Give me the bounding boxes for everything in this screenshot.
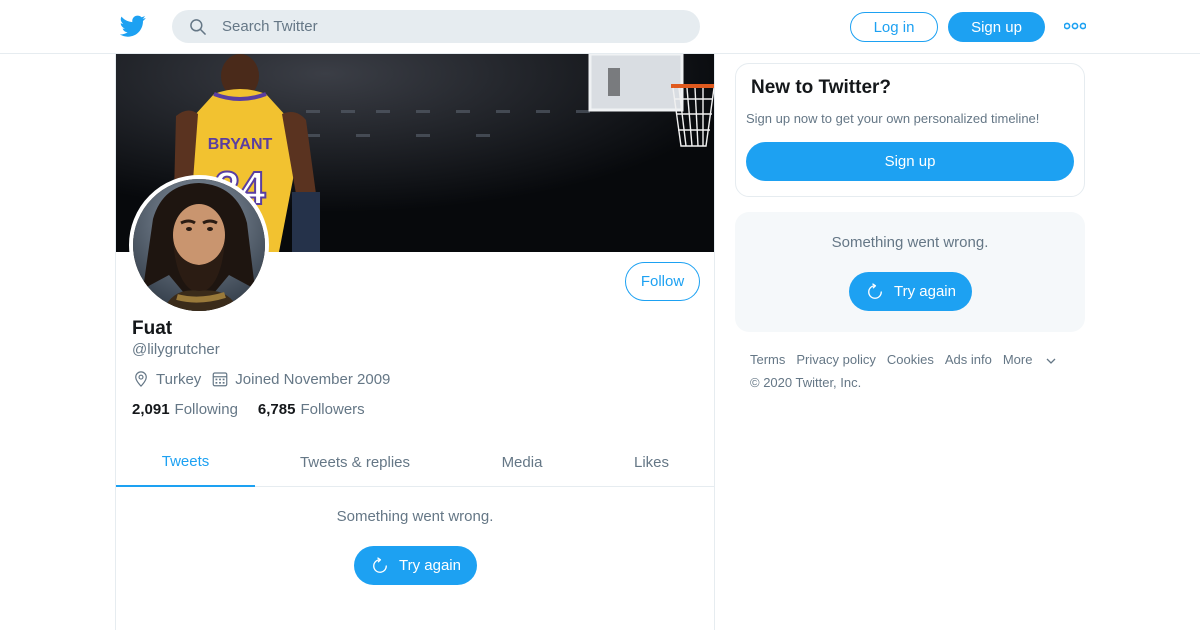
follow-button[interactable]: Follow — [625, 262, 700, 301]
footer-link-privacy[interactable]: Privacy policy — [796, 351, 875, 367]
refresh-icon — [373, 556, 387, 573]
signup-card-title: New to Twitter? — [751, 77, 892, 98]
profile-name: Fuat — [132, 318, 173, 339]
signup-card-subtitle: Sign up now to get your own personalized… — [746, 111, 1040, 126]
tab-likes[interactable]: Likes — [589, 437, 714, 487]
tab-media[interactable]: Media — [455, 437, 589, 487]
jersey-name-text: BRYANT — [208, 136, 273, 153]
footer-link-ads-info[interactable]: Ads info — [945, 351, 992, 367]
location-text: Turkey — [156, 370, 202, 388]
followers-label[interactable]: Followers — [300, 401, 364, 418]
location-pin-icon — [135, 371, 147, 387]
timeline-try-again-button[interactable]: Try again — [354, 546, 477, 585]
footer-more-button[interactable]: More — [1003, 351, 1058, 367]
joined-text: Joined November 2009 — [235, 370, 391, 388]
profile-meta: Turkey Joined November 2009 — [132, 370, 400, 388]
footer-link-cookies[interactable]: Cookies — [887, 351, 934, 367]
avatar-image — [133, 179, 265, 311]
trends-error-card: Something went wrong. Try again — [735, 212, 1085, 332]
following-label[interactable]: Following — [175, 401, 238, 418]
timeline-try-again-label: Try again — [399, 557, 461, 574]
search-bar[interactable] — [172, 10, 700, 43]
trends-error-text: Something went wrong. — [831, 234, 989, 251]
more-dots-icon[interactable] — [1064, 21, 1086, 31]
footer-links: Terms Privacy policy Cookies Ads info Mo… — [750, 351, 1068, 367]
profile-location: Turkey — [132, 370, 201, 388]
signup-button[interactable]: Sign up — [948, 12, 1045, 42]
calendar-icon — [212, 372, 228, 387]
login-button[interactable]: Log in — [850, 12, 938, 42]
tab-tweets-replies[interactable]: Tweets & replies — [255, 437, 455, 487]
profile-tabs: Tweets Tweets & replies Media Likes — [116, 437, 714, 487]
search-icon — [190, 18, 206, 35]
following-count[interactable]: 2,091 — [132, 401, 170, 418]
search-input[interactable] — [222, 18, 662, 35]
followers-count[interactable]: 6,785 — [258, 401, 296, 418]
top-navigation-bar: Log in Sign up — [0, 0, 1200, 54]
chevron-down-icon — [1046, 358, 1056, 364]
sidebar-signup-button[interactable]: Sign up — [746, 142, 1074, 181]
signup-card: New to Twitter? Sign up now to get your … — [735, 63, 1085, 197]
profile-stats: 2,091 Following 6,785 Followers — [132, 401, 385, 418]
refresh-icon — [868, 282, 882, 299]
footer-link-more: More — [1002, 351, 1033, 367]
footer-link-terms[interactable]: Terms — [750, 351, 785, 367]
profile-handle: @lilygrutcher — [132, 341, 220, 358]
copyright-text: © 2020 Twitter, Inc. — [750, 375, 862, 390]
timeline-error-text: Something went wrong. — [336, 508, 494, 525]
profile-column: BRYANT 24 Follow Fuat @lilygrutche — [115, 54, 715, 630]
trends-try-again-label: Try again — [894, 283, 956, 300]
profile-joined: Joined November 2009 — [211, 370, 390, 388]
avatar[interactable] — [129, 175, 269, 315]
tab-tweets[interactable]: Tweets — [116, 437, 255, 487]
trends-try-again-button[interactable]: Try again — [849, 272, 972, 311]
twitter-bird-icon[interactable] — [120, 13, 146, 39]
